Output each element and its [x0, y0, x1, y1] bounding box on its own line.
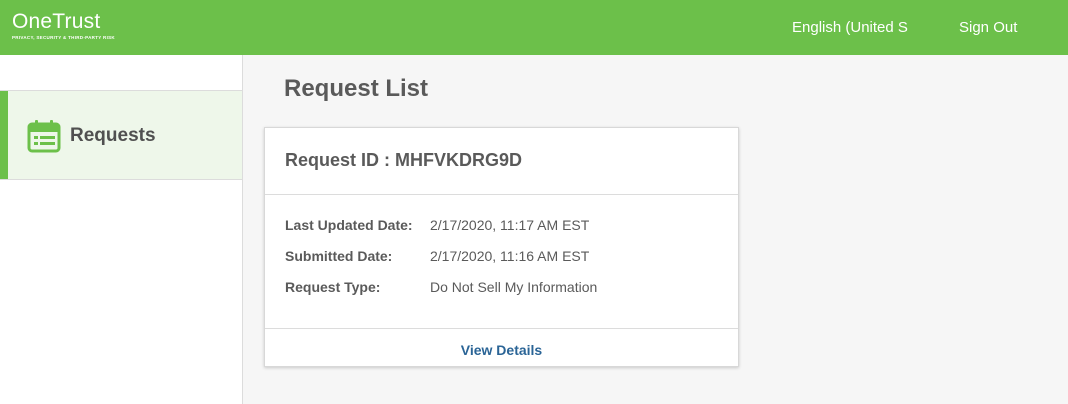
request-id: Request ID : MHFVKDRG9D — [265, 128, 738, 195]
last-updated-value: 2/17/2020, 11:17 AM EST — [430, 217, 590, 233]
sidebar: Requests — [0, 55, 243, 404]
submitted-date-value: 2/17/2020, 11:16 AM EST — [430, 248, 590, 264]
page-title: Request List — [284, 75, 429, 102]
view-details-link[interactable]: View Details — [461, 342, 542, 358]
sidebar-item-label: Requests — [70, 125, 156, 146]
sign-out-link[interactable]: Sign Out — [959, 19, 1017, 36]
logo-tagline: PRIVACY, SECURITY & THIRD-PARTY RISK — [12, 35, 115, 40]
request-card: Request ID : MHFVKDRG9D Last Updated Dat… — [264, 127, 739, 367]
request-type-label: Request Type: — [285, 279, 381, 295]
sidebar-item-requests[interactable]: Requests — [0, 90, 242, 180]
active-indicator — [0, 91, 8, 179]
request-type-value: Do Not Sell My Information — [430, 279, 598, 295]
language-selector[interactable]: English (United States) — [792, 19, 908, 36]
calendar-icon — [27, 120, 61, 153]
card-footer: View Details — [265, 329, 738, 367]
submitted-date-label: Submitted Date: — [285, 248, 393, 264]
top-bar: OneTrust PRIVACY, SECURITY & THIRD-PARTY… — [0, 0, 1068, 55]
logo-name: OneTrust — [12, 10, 101, 33]
request-details: Last Updated Date: 2/17/2020, 11:17 AM E… — [265, 195, 738, 329]
onetrust-logo[interactable]: OneTrust PRIVACY, SECURITY & THIRD-PARTY… — [12, 10, 115, 41]
last-updated-label: Last Updated Date: — [285, 217, 413, 233]
